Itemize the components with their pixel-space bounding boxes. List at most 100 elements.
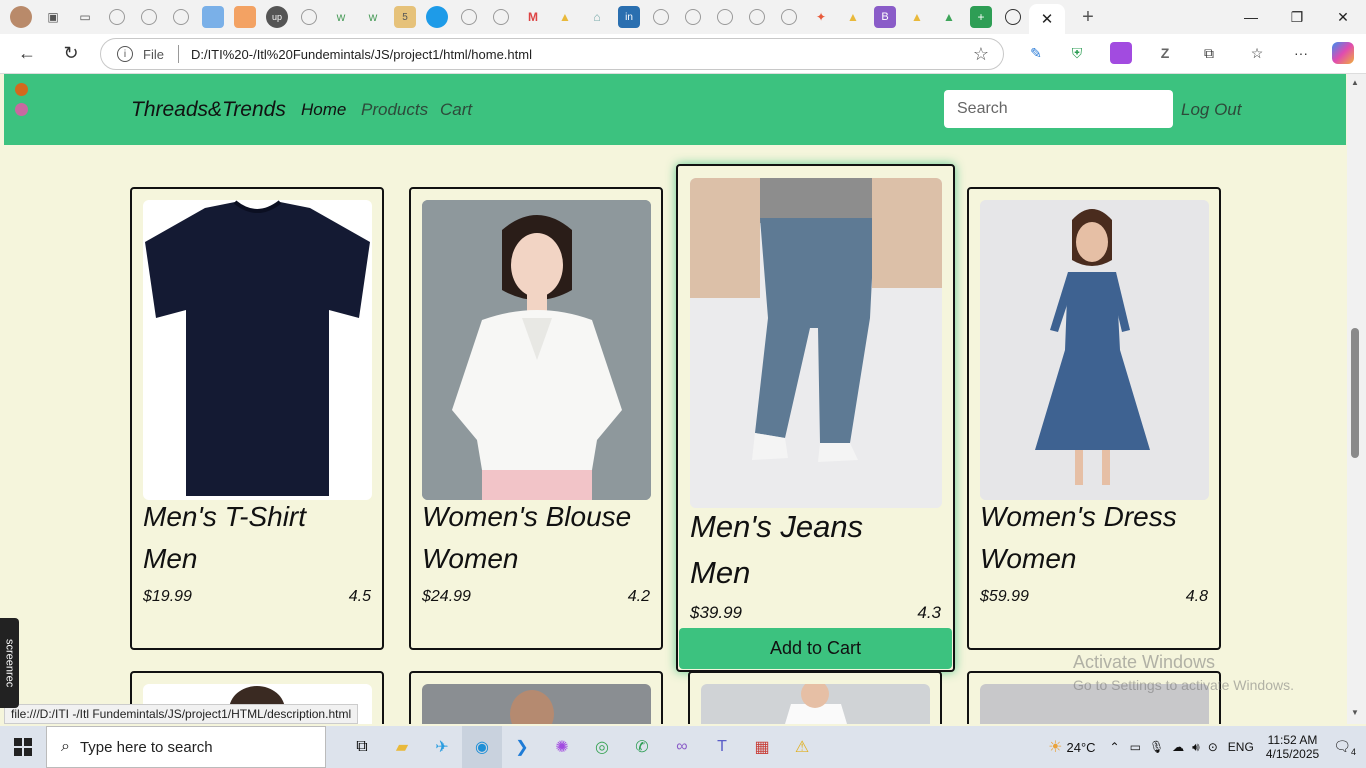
tab-drive-icon[interactable]: ▲: [938, 6, 960, 28]
windows-start-icon[interactable]: [0, 726, 46, 768]
whatsapp-icon[interactable]: ✆: [622, 726, 662, 768]
tab-globe-icon[interactable]: [717, 9, 733, 25]
tab-linkedin-icon[interactable]: in: [618, 6, 640, 28]
screenrec-widget[interactable]: screenrec: [0, 618, 19, 708]
product-image-tshirt[interactable]: [143, 200, 372, 500]
reload-icon[interactable]: ↻: [58, 41, 84, 67]
tab-chatgpt-icon[interactable]: [301, 9, 317, 25]
vscode-icon[interactable]: ❯: [502, 726, 542, 768]
product-image[interactable]: [701, 684, 930, 724]
tab-upwork-icon[interactable]: up: [266, 6, 288, 28]
extensions-puzzle-icon[interactable]: ⧉: [1198, 42, 1220, 64]
camera-icon[interactable]: ⊙: [1208, 740, 1218, 754]
favorites-icon[interactable]: ☆: [1246, 42, 1268, 64]
nav-products[interactable]: Products: [361, 100, 428, 120]
site-info-icon[interactable]: i: [117, 46, 133, 62]
app-icon[interactable]: ▦: [742, 726, 782, 768]
tab-sheets-icon[interactable]: +: [970, 6, 992, 28]
maximize-icon[interactable]: ❐: [1274, 0, 1320, 34]
product-card[interactable]: Men's T-Shirt Men $19.99 4.5: [130, 187, 384, 650]
product-image-dress[interactable]: [980, 200, 1209, 500]
search-input[interactable]: [944, 90, 1173, 128]
minimize-icon[interactable]: —: [1228, 0, 1274, 34]
tab-chatgpt-icon[interactable]: [173, 9, 189, 25]
tab-app-icon[interactable]: ⌂: [586, 6, 608, 28]
product-card[interactable]: [688, 671, 942, 724]
product-card[interactable]: Women's Dress Women $59.99 4.8: [967, 187, 1221, 650]
chrome-icon[interactable]: ◎: [582, 726, 622, 768]
logout-link[interactable]: Log Out: [1181, 100, 1242, 120]
taskbar-search[interactable]: ⌕ Type here to search: [46, 726, 326, 768]
tab-gmail-icon[interactable]: M: [522, 6, 544, 28]
close-tab-icon[interactable]: ✕: [1041, 10, 1054, 28]
tab-app-icon[interactable]: 5: [394, 6, 416, 28]
chevron-up-icon[interactable]: ⌃: [1110, 740, 1120, 754]
tab-app-icon[interactable]: [426, 6, 448, 28]
tab-app-icon[interactable]: B: [874, 6, 896, 28]
back-arrow-icon[interactable]: ←: [14, 41, 40, 67]
edge-icon[interactable]: ◉: [462, 726, 502, 768]
product-image-blouse[interactable]: [422, 200, 651, 500]
tab-chatgpt-icon[interactable]: [781, 9, 797, 25]
volume-icon[interactable]: 🔊︎: [1192, 740, 1200, 755]
microphone-icon[interactable]: 🎙︎: [1149, 740, 1164, 754]
tab-actions-icon[interactable]: ▭: [74, 6, 96, 28]
tab-app-icon[interactable]: [234, 6, 256, 28]
nav-cart[interactable]: Cart: [440, 100, 472, 120]
weather-icon[interactable]: ☀: [1048, 737, 1062, 757]
file-explorer-icon[interactable]: ▰: [382, 726, 422, 768]
profile-avatar-icon[interactable]: [10, 6, 32, 28]
warning-icon[interactable]: ⚠: [782, 726, 822, 768]
messenger-icon[interactable]: ✺: [542, 726, 582, 768]
workspaces-icon[interactable]: ▣: [42, 6, 64, 28]
telegram-icon[interactable]: ✈: [422, 726, 462, 768]
task-view-icon[interactable]: ⧉: [342, 726, 382, 768]
tab-app-icon[interactable]: [202, 6, 224, 28]
tab-globe-icon[interactable]: [1005, 9, 1021, 25]
clock[interactable]: 11:52 AM 4/15/2025: [1266, 733, 1319, 761]
extension-shield-icon[interactable]: ⛨: [1066, 42, 1088, 64]
active-tab[interactable]: ✕: [1029, 4, 1065, 34]
tab-figma-icon[interactable]: ✦: [810, 6, 832, 28]
tab-drive-icon[interactable]: ▲: [906, 6, 928, 28]
page-scrollbar[interactable]: ▲ ▼: [1347, 74, 1366, 724]
nav-home[interactable]: Home: [301, 100, 346, 120]
more-menu-icon[interactable]: ···: [1290, 42, 1312, 64]
cloud-icon[interactable]: ☁: [1172, 740, 1184, 754]
extension-pen-icon[interactable]: ✎: [1025, 42, 1047, 64]
scroll-up-icon[interactable]: ▲: [1351, 78, 1359, 87]
notifications-icon[interactable]: 🗨︎4: [1333, 738, 1356, 757]
tab-globe-icon[interactable]: [109, 9, 125, 25]
scroll-down-icon[interactable]: ▼: [1351, 708, 1359, 717]
visual-studio-icon[interactable]: ∞: [662, 726, 702, 768]
site-brand[interactable]: Threads&Trends: [131, 98, 286, 122]
add-to-cart-button[interactable]: Add to Cart: [679, 628, 952, 669]
tab-drive-icon[interactable]: ▲: [842, 6, 864, 28]
tab-globe-icon[interactable]: [685, 9, 701, 25]
new-tab-button[interactable]: +: [1077, 6, 1099, 28]
favorite-star-icon[interactable]: ☆: [973, 44, 989, 65]
product-card[interactable]: Women's Blouse Women $24.99 4.2: [409, 187, 663, 650]
tab-globe-icon[interactable]: [653, 9, 669, 25]
product-card-hovered[interactable]: Men's Jeans Men $39.99 4.3 Add to Cart: [676, 164, 955, 672]
product-image[interactable]: [422, 684, 651, 724]
tab-globe-icon[interactable]: [141, 9, 157, 25]
scroll-thumb[interactable]: [1351, 328, 1359, 458]
product-image-jeans[interactable]: [690, 178, 942, 508]
tab-w-icon[interactable]: w: [362, 6, 384, 28]
language-indicator[interactable]: ENG: [1228, 740, 1254, 754]
battery-icon[interactable]: ▭: [1130, 740, 1141, 754]
tab-globe-icon[interactable]: [461, 9, 477, 25]
url-text[interactable]: D:/ITI%20-/Itl%20Fundemintals/JS/project…: [191, 47, 532, 62]
teams-icon[interactable]: T: [702, 726, 742, 768]
product-card[interactable]: [409, 671, 663, 724]
copilot-icon[interactable]: [1332, 42, 1354, 64]
tab-w-icon[interactable]: w: [330, 6, 352, 28]
tab-globe-icon[interactable]: [749, 9, 765, 25]
tab-drive-icon[interactable]: ▲: [554, 6, 576, 28]
close-window-icon[interactable]: ✕: [1320, 0, 1366, 34]
tab-globe-icon[interactable]: [493, 9, 509, 25]
extension-z-icon[interactable]: Z: [1154, 42, 1176, 64]
extension-app-icon[interactable]: [1110, 42, 1132, 64]
temperature[interactable]: 24°C: [1066, 740, 1095, 755]
